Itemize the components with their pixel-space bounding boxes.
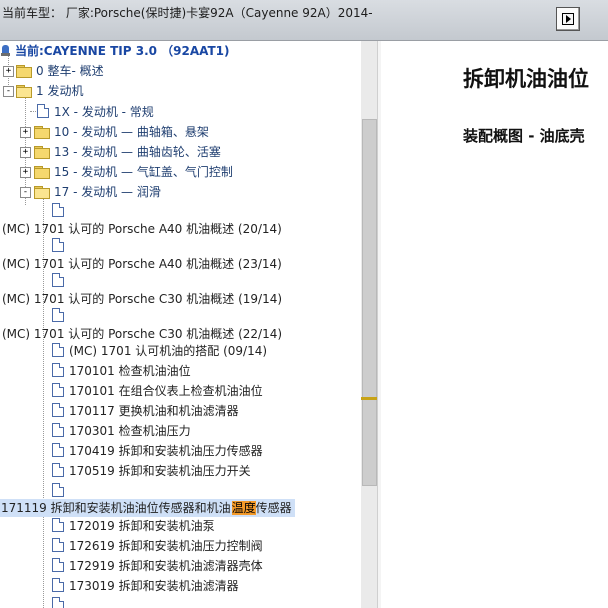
tree-leaf[interactable]: (MC) 1701 认可的 Porsche A40 机油概述 (20/14) [1,220,283,238]
tree-leaf-icon[interactable] [52,307,68,325]
document-icon [52,383,64,397]
document-icon [52,273,64,287]
tree-root[interactable]: 当前:CAYENNE TIP 3.0 （92AAT1) [1,42,230,60]
tree-root-label: 当前:CAYENNE TIP 3.0 （92AAT1) [15,44,230,58]
folder-icon [16,65,32,78]
document-icon [52,518,64,532]
document-icon [52,308,64,322]
tree-node[interactable]: 0 整车- 概述 [16,62,105,80]
tree-leaf-icon[interactable] [52,596,68,608]
tree-leaf[interactable]: 170101 在组合仪表上检查机油油位 [52,382,264,400]
document-pane: 拆卸机油油位 装配概图 - 油底壳 [381,41,608,608]
tree-leaf[interactable]: 170117 更换机油和机油滤清器 [52,402,240,420]
document-icon [52,463,64,477]
tree-pane[interactable]: 当前:CAYENNE TIP 3.0 （92AAT1) + 0 整车- 概述 -… [0,41,361,608]
tree-node[interactable]: 13 - 发动机 — 曲轴齿轮、活塞 [34,143,222,161]
tree-scrollbar[interactable] [361,41,377,608]
document-icon [52,443,64,457]
folder-open-icon [16,85,32,98]
document-icon [52,538,64,552]
document-icon [52,403,64,417]
tree-leaf[interactable]: (MC) 1701 认可的 Porsche C30 机油概述 (22/14) [1,325,283,343]
tree-leaf-selected[interactable]: 171119 拆卸和安装机油油位传感器和机油温度传感器 [0,499,295,517]
document-icon [52,578,64,592]
expand-plus-icon[interactable]: + [20,147,31,158]
expand-plus-icon[interactable]: + [3,66,14,77]
tree-leaf[interactable]: (MC) 1701 认可的 Porsche A40 机油概述 (23/14) [1,255,283,273]
document-icon [37,104,49,118]
document-icon [52,238,64,252]
search-highlight: 温度 [231,501,256,515]
tree-leaf-icon[interactable] [52,202,68,220]
tree-leaf[interactable]: 170419 拆卸和安装机油压力传感器 [52,442,264,460]
tree-node[interactable]: 17 - 发动机 — 润滑 [34,183,162,201]
document-icon [52,203,64,217]
tree-node[interactable]: 1 发动机 [16,82,84,100]
collapse-minus-icon[interactable]: - [3,86,14,97]
tree-leaf[interactable]: 170301 检查机油压力 [52,422,192,440]
scrollbar-thumb[interactable] [362,119,377,486]
document-icon [52,423,64,437]
expand-plus-icon[interactable]: + [20,167,31,178]
tree-leaf[interactable]: 1X - 发动机 - 常规 [37,103,155,121]
current-vehicle-title: 当前车型： 厂家:Porsche(保时捷)卡宴92A（Cayenne 92A）2… [2,6,373,20]
tree-leaf[interactable]: 172019 拆卸和安装机油泵 [52,517,216,535]
tree-node[interactable]: 10 - 发动机 — 曲轴箱、悬架 [34,123,210,141]
tree-leaf[interactable]: 173019 拆卸和安装机油滤清器 [52,577,240,595]
tree-leaf-icon[interactable] [52,482,68,500]
folder-open-icon [34,186,50,199]
tree-leaf-icon[interactable] [52,272,68,290]
folder-icon [34,146,50,159]
document-subtitle: 装配概图 - 油底壳 [463,127,585,145]
document-icon [52,343,64,357]
navigate-forward-button[interactable] [556,7,580,31]
document-icon [52,363,64,377]
tree-leaf[interactable]: 170101 检查机油油位 [52,362,192,380]
tree-leaf[interactable]: (MC) 1701 认可机油的搭配 (09/14) [52,342,268,360]
tree-leaf[interactable]: 170519 拆卸和安装机油压力开关 [52,462,252,480]
tree-leaf-icon[interactable] [52,237,68,255]
expand-plus-icon[interactable]: + [20,127,31,138]
title-bar: 当前车型： 厂家:Porsche(保时捷)卡宴92A（Cayenne 92A）2… [0,0,608,41]
folder-icon [34,126,50,139]
document-icon [52,597,64,608]
tree-leaf[interactable]: 172919 拆卸和安装机油滤清器壳体 [52,557,264,575]
tree-leaf[interactable]: 172619 拆卸和安装机油压力控制阀 [52,537,264,555]
scroll-position-marker [361,397,377,400]
arrow-right-icon [566,15,571,23]
document-icon [52,558,64,572]
document-title: 拆卸机油油位 [463,66,589,91]
folder-icon [34,166,50,179]
tree-node[interactable]: 15 - 发动机 — 气缸盖、气门控制 [34,163,234,181]
tree-leaf[interactable]: (MC) 1701 认可的 Porsche C30 机油概述 (19/14) [1,290,283,308]
document-icon [52,483,64,497]
vehicle-icon [1,45,11,57]
collapse-minus-icon[interactable]: - [20,187,31,198]
